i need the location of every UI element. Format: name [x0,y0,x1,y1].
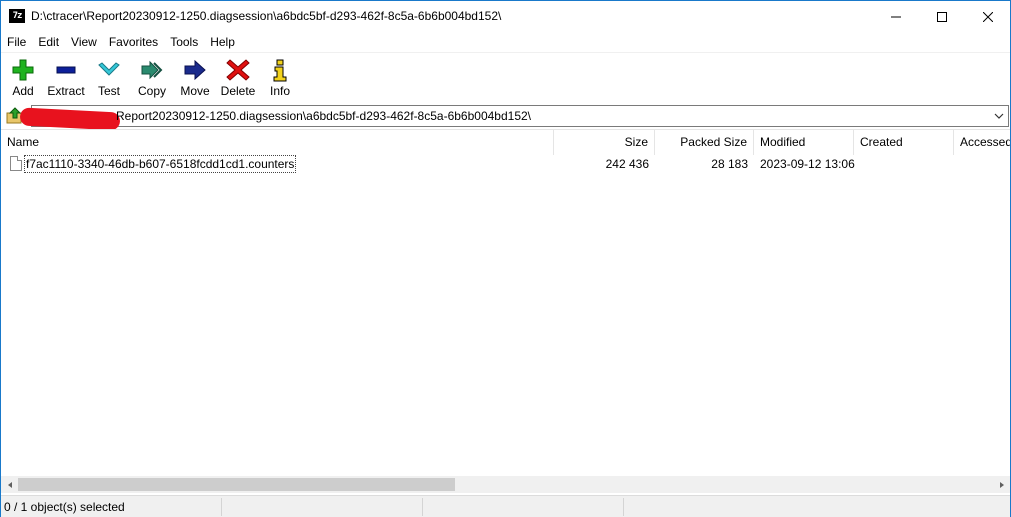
copy-button[interactable]: Copy [135,56,169,100]
status-bar: 0 / 1 object(s) selected [1,495,1010,517]
file-accessed [960,155,1010,173]
menu-help[interactable]: Help [204,32,241,52]
test-label: Test [97,84,120,98]
menu-edit[interactable]: Edit [32,32,65,52]
column-header-packed-size[interactable]: Packed Size [655,130,754,155]
minimize-button[interactable] [873,1,919,32]
move-label: Move [180,84,210,98]
scroll-left-button[interactable] [1,476,18,493]
extract-button[interactable]: Extract [45,56,87,100]
redaction-mark [19,107,121,131]
address-bar: Report20230912-1250.diagsession\a6bdc5bf… [1,104,1010,131]
status-cell-3 [423,498,624,516]
menu-view[interactable]: View [65,32,103,52]
file-created [860,155,954,173]
toolbar: Add Extract Test Copy Move Delete Info [1,52,1010,102]
maximize-button[interactable] [919,1,965,32]
chevron-right-icon [999,481,1004,488]
close-icon [983,11,993,22]
chevron-left-icon [7,481,12,488]
arrow-right-icon [184,59,206,81]
close-button[interactable] [965,1,1011,32]
status-cell-2 [222,498,423,516]
delete-label: Delete [220,84,256,98]
file-packed-size: 28 183 [711,157,748,171]
file-size: 242 436 [605,157,649,171]
delete-x-icon [226,59,250,81]
file-modified: 2023-09-12 13:06 [760,157,855,171]
menu-bar: File Edit View Favorites Tools Help [1,32,1010,52]
copy-label: Copy [137,84,166,98]
move-button[interactable]: Move [177,56,213,100]
address-path: Report20230912-1250.diagsession\a6bdc5bf… [116,109,531,123]
horizontal-scrollbar[interactable] [1,476,1010,493]
info-label: Info [269,84,290,98]
file-name[interactable]: f7ac1110-3340-46db-b607-6518fcdd1cd1.cou… [24,155,297,173]
add-button[interactable]: Add [6,56,40,100]
chevron-down-icon[interactable] [992,109,1006,123]
maximize-icon [937,11,947,22]
scroll-right-button[interactable] [993,476,1010,493]
window-title: D:\ctracer\Report20230912-1250.diagsessi… [31,9,502,23]
app-window: 7z D:\ctracer\Report20230912-1250.diagse… [0,0,1011,517]
column-header-modified[interactable]: Modified [754,130,854,155]
info-button[interactable]: Info [265,56,295,100]
minus-icon [56,66,76,74]
address-combobox[interactable]: Report20230912-1250.diagsession\a6bdc5bf… [19,105,1009,131]
column-header-accessed[interactable]: Accessed [954,130,1010,155]
column-header-created[interactable]: Created [854,130,954,155]
info-icon [273,59,287,82]
scroll-thumb[interactable] [18,478,455,491]
status-cell-4 [624,498,1010,516]
column-header-size[interactable]: Size [554,130,655,155]
title-bar[interactable]: 7z D:\ctracer\Report20230912-1250.diagse… [1,1,1010,32]
menu-favorites[interactable]: Favorites [103,32,164,52]
status-selection: 0 / 1 object(s) selected [1,498,222,516]
test-button[interactable]: Test [93,56,125,100]
file-icon [10,156,22,171]
add-label: Add [12,84,34,98]
menu-tools[interactable]: Tools [164,32,204,52]
double-arrow-right-icon [141,60,163,80]
checkmark-icon [98,62,120,76]
menu-file[interactable]: File [1,32,32,52]
file-list: Name Size Packed Size Modified Created A… [1,129,1010,476]
table-row[interactable]: f7ac1110-3340-46db-b607-6518fcdd1cd1.cou… [1,155,1010,173]
7zip-app-icon: 7z [9,9,25,23]
column-header-name[interactable]: Name [1,130,554,155]
plus-icon [12,59,34,81]
delete-button[interactable]: Delete [219,56,257,100]
extract-label: Extract [47,84,85,98]
minimize-icon [891,16,901,17]
